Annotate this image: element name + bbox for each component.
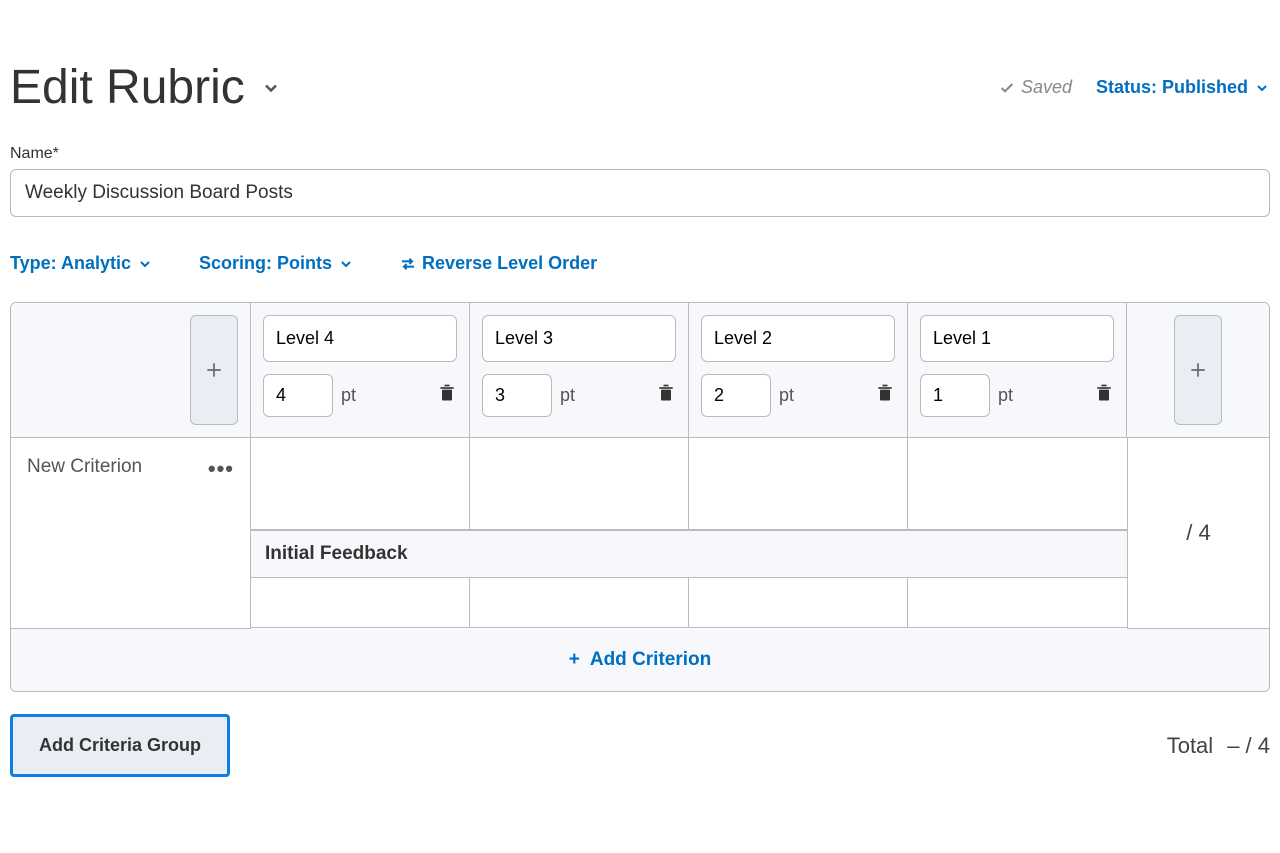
feedback-cell[interactable] <box>470 578 689 628</box>
add-level-left-cell <box>11 303 251 438</box>
total-display: Total – / 4 <box>1167 733 1270 759</box>
levels-header-row: pt pt pt <box>11 303 1269 438</box>
criterion-desc-cell[interactable] <box>470 438 689 530</box>
criterion-desc-cell[interactable] <box>251 438 470 530</box>
chevron-down-icon <box>338 256 354 272</box>
total-label: Total <box>1167 733 1213 759</box>
criterion-left-column: New Criterion ••• <box>11 438 251 629</box>
level-points-input[interactable] <box>482 374 552 417</box>
feedback-cells-row <box>251 578 1127 628</box>
level-points-row: pt <box>263 374 457 417</box>
level-header-4: pt <box>908 303 1127 438</box>
plus-icon <box>1188 360 1208 380</box>
type-dropdown[interactable]: Type: Analytic <box>10 253 153 274</box>
initial-feedback-header: Initial Feedback <box>251 530 1127 578</box>
status-label: Status: Published <box>1096 77 1248 98</box>
saved-indicator: Saved <box>999 77 1072 98</box>
plus-icon: + <box>569 649 580 670</box>
reverse-label: Reverse Level Order <box>422 253 597 274</box>
criterion-name-cell: New Criterion ••• <box>11 438 250 628</box>
criterion-name: New Criterion <box>27 456 142 478</box>
level-points-input[interactable] <box>263 374 333 417</box>
plus-icon <box>204 360 224 380</box>
scoring-label: Scoring: Points <box>199 253 332 274</box>
saved-label: Saved <box>1021 77 1072 98</box>
total-value: – / 4 <box>1227 733 1270 759</box>
chevron-down-icon <box>1254 80 1270 96</box>
criterion-middle: Initial Feedback <box>251 438 1127 629</box>
level-points-row: pt <box>920 374 1114 417</box>
level-header-1: pt <box>251 303 470 438</box>
add-criteria-group-button[interactable]: Add Criteria Group <box>10 714 230 777</box>
level-points-input[interactable] <box>701 374 771 417</box>
delete-level-button[interactable] <box>1094 382 1114 409</box>
name-label: Name* <box>10 145 1270 163</box>
level-points-input[interactable] <box>920 374 990 417</box>
trash-icon <box>656 382 676 404</box>
rubric-table: pt pt pt <box>10 302 1270 692</box>
points-unit: pt <box>998 385 1013 406</box>
type-label: Type: Analytic <box>10 253 131 274</box>
rubric-options: Type: Analytic Scoring: Points Reverse L… <box>10 253 1270 274</box>
criterion-desc-cell[interactable] <box>908 438 1127 530</box>
level-name-input[interactable] <box>920 315 1114 362</box>
level-header-3: pt <box>689 303 908 438</box>
add-level-right-cell <box>1127 303 1269 438</box>
delete-level-button[interactable] <box>875 382 895 409</box>
swap-icon <box>400 256 416 272</box>
level-header-2: pt <box>470 303 689 438</box>
delete-level-button[interactable] <box>437 382 457 409</box>
name-field-group: Name* <box>10 145 1270 217</box>
chevron-down-icon <box>137 256 153 272</box>
page-header: Edit Rubric Saved Status: Published <box>10 60 1270 115</box>
add-criterion-label: Add Criterion <box>590 649 711 670</box>
trash-icon <box>875 382 895 404</box>
footer-row: Add Criteria Group Total – / 4 <box>10 714 1270 777</box>
points-unit: pt <box>341 385 356 406</box>
points-unit: pt <box>779 385 794 406</box>
level-name-input[interactable] <box>482 315 676 362</box>
scoring-dropdown[interactable]: Scoring: Points <box>199 253 354 274</box>
level-points-row: pt <box>482 374 676 417</box>
trash-icon <box>1094 382 1114 404</box>
level-name-input[interactable] <box>263 315 457 362</box>
feedback-cell[interactable] <box>689 578 908 628</box>
criterion-desc-cell[interactable] <box>689 438 908 530</box>
feedback-cell[interactable] <box>251 578 470 628</box>
criterion-outof: / 4 <box>1186 520 1210 546</box>
status-dropdown[interactable]: Status: Published <box>1096 77 1270 98</box>
level-points-row: pt <box>701 374 895 417</box>
page-title: Edit Rubric <box>10 60 245 115</box>
level-name-input[interactable] <box>701 315 895 362</box>
add-criterion-button[interactable]: + Add Criterion <box>11 629 1269 691</box>
criterion-more-button[interactable]: ••• <box>208 456 234 482</box>
delete-level-button[interactable] <box>656 382 676 409</box>
trash-icon <box>437 382 457 404</box>
criterion-outof-cell: / 4 <box>1127 438 1269 629</box>
points-unit: pt <box>560 385 575 406</box>
criterion-block: New Criterion ••• Initial Feedback / 4 <box>11 438 1269 629</box>
add-level-right-button[interactable] <box>1174 315 1222 425</box>
check-icon <box>999 80 1015 96</box>
page-title-wrap: Edit Rubric <box>10 60 281 115</box>
header-status: Saved Status: Published <box>999 77 1270 98</box>
chevron-down-icon[interactable] <box>261 78 281 98</box>
name-input[interactable] <box>10 169 1270 217</box>
add-level-left-button[interactable] <box>190 315 238 425</box>
reverse-level-order-button[interactable]: Reverse Level Order <box>400 253 597 274</box>
feedback-cell[interactable] <box>908 578 1127 628</box>
